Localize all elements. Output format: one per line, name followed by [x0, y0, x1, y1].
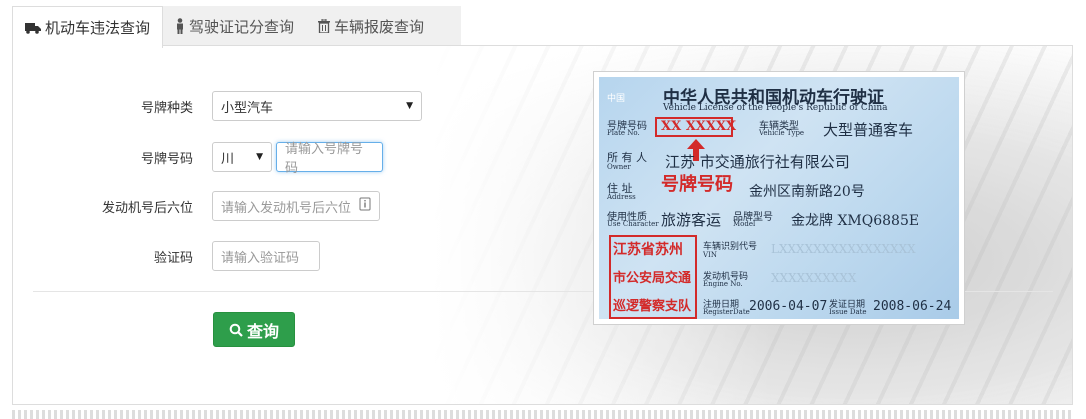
- tab-label: 驾驶证记分查询: [189, 17, 295, 36]
- license-country: 中国: [607, 94, 626, 104]
- license-title-en: Vehicle License of the People's Republic…: [663, 103, 888, 113]
- license-plate-label-en: Plate No.: [607, 129, 640, 137]
- plate-annotation: 号牌号码: [661, 174, 733, 195]
- engine-placeholder: 请输入发动机号后六位: [221, 200, 352, 216]
- license-vin-value: LXXXXXXXXXXXXXXXX: [771, 242, 916, 256]
- captcha-placeholder: 请输入验证码: [221, 250, 300, 266]
- person-icon: [175, 18, 185, 34]
- chevron-down-icon: ▼: [256, 152, 263, 162]
- license-plate-value: XX XXXXX: [661, 119, 737, 134]
- license-type-label-en: Vehicle Type: [759, 129, 805, 137]
- engine-row: 发动机号后六位 请输入发动机号后六位: [13, 191, 380, 221]
- truck-icon: [25, 22, 41, 34]
- license-use-label-en: Use Character: [607, 220, 659, 228]
- plate-number-input[interactable]: 请输入号牌号码: [276, 142, 383, 176]
- chevron-down-icon: ▼: [406, 101, 413, 111]
- tab-license-points[interactable]: 驾驶证记分查询: [163, 6, 306, 46]
- tab-vehicle-scrap[interactable]: 车辆报废查询: [306, 6, 436, 46]
- license-model-label-en: Model: [733, 220, 756, 228]
- license-use-value: 旅游客运: [661, 211, 722, 229]
- license-register-value: 2006-04-07: [749, 299, 828, 314]
- engine-input[interactable]: 请输入发动机号后六位: [212, 191, 380, 221]
- plate-number-placeholder: 请输入号牌号码: [285, 142, 364, 176]
- plate-type-select[interactable]: 小型汽车 ▼: [212, 91, 422, 121]
- tab-label: 车辆报废查询: [334, 17, 425, 36]
- license-owner-label-en: Owner: [607, 163, 631, 171]
- plate-type-value: 小型汽车: [221, 100, 274, 116]
- license-address-value: 金州区南新路20号: [749, 184, 865, 200]
- footer-partial-text: [12, 410, 1073, 419]
- tab-label: 机动车违法查询: [45, 19, 151, 37]
- stamp-line-2: 市公安局交通: [613, 271, 692, 286]
- captcha-label: 验证码: [153, 250, 193, 266]
- license-owner-value: 江苏 市交通旅行社有限公司: [665, 153, 850, 171]
- license-sample-image: 中国 中华人民共和国机动车行驶证 Vehicle License of the …: [593, 71, 965, 325]
- license-type-value: 大型普通客车: [823, 121, 914, 139]
- license-engine-value: XXXXXXXXXX: [771, 271, 857, 285]
- license-issue-value: 2008-06-24: [873, 299, 952, 314]
- search-icon: [229, 323, 243, 337]
- plate-number-label: 号牌号码: [140, 151, 193, 167]
- province-value: 川: [221, 151, 235, 167]
- captcha-row: 验证码 请输入验证码: [13, 241, 320, 271]
- info-icon[interactable]: [359, 197, 371, 215]
- license-register-label-en: RegisterDate: [703, 308, 750, 316]
- query-panel: 号牌种类 小型汽车 ▼ 号牌号码 川 ▼ 请输入号牌号码 发动机号后六位 请输入…: [12, 45, 1073, 405]
- stamp-line-1: 江苏省苏州: [613, 242, 683, 258]
- plate-type-label: 号牌种类: [140, 100, 193, 116]
- engine-label: 发动机号后六位: [101, 200, 193, 216]
- license-model-value: 金龙牌 XMQ6885E: [791, 213, 920, 229]
- license-address-label-en: Address: [607, 193, 636, 201]
- plate-number-row: 号牌号码 川 ▼ 请输入号牌号码: [13, 142, 383, 176]
- captcha-input[interactable]: 请输入验证码: [212, 241, 320, 271]
- trash-icon: [318, 19, 331, 33]
- license-engine-label-en: Engine No.: [703, 280, 743, 288]
- submit-label: 查询: [246, 321, 279, 341]
- license-vin-label-en: VIN: [703, 251, 717, 259]
- submit-button[interactable]: 查询: [213, 312, 295, 347]
- stamp-line-3: 巡逻警察支队: [613, 299, 692, 314]
- tab-vehicle-violation[interactable]: 机动车违法查询: [12, 6, 164, 48]
- province-select[interactable]: 川 ▼: [212, 142, 272, 172]
- license-issue-label-en: Issue Date: [829, 308, 867, 316]
- tab-bar: 机动车违法查询 驾驶证记分查询 车辆报废查询: [12, 6, 461, 48]
- license-card: 中国 中华人民共和国机动车行驶证 Vehicle License of the …: [599, 77, 959, 319]
- plate-type-row: 号牌种类 小型汽车 ▼: [13, 91, 422, 121]
